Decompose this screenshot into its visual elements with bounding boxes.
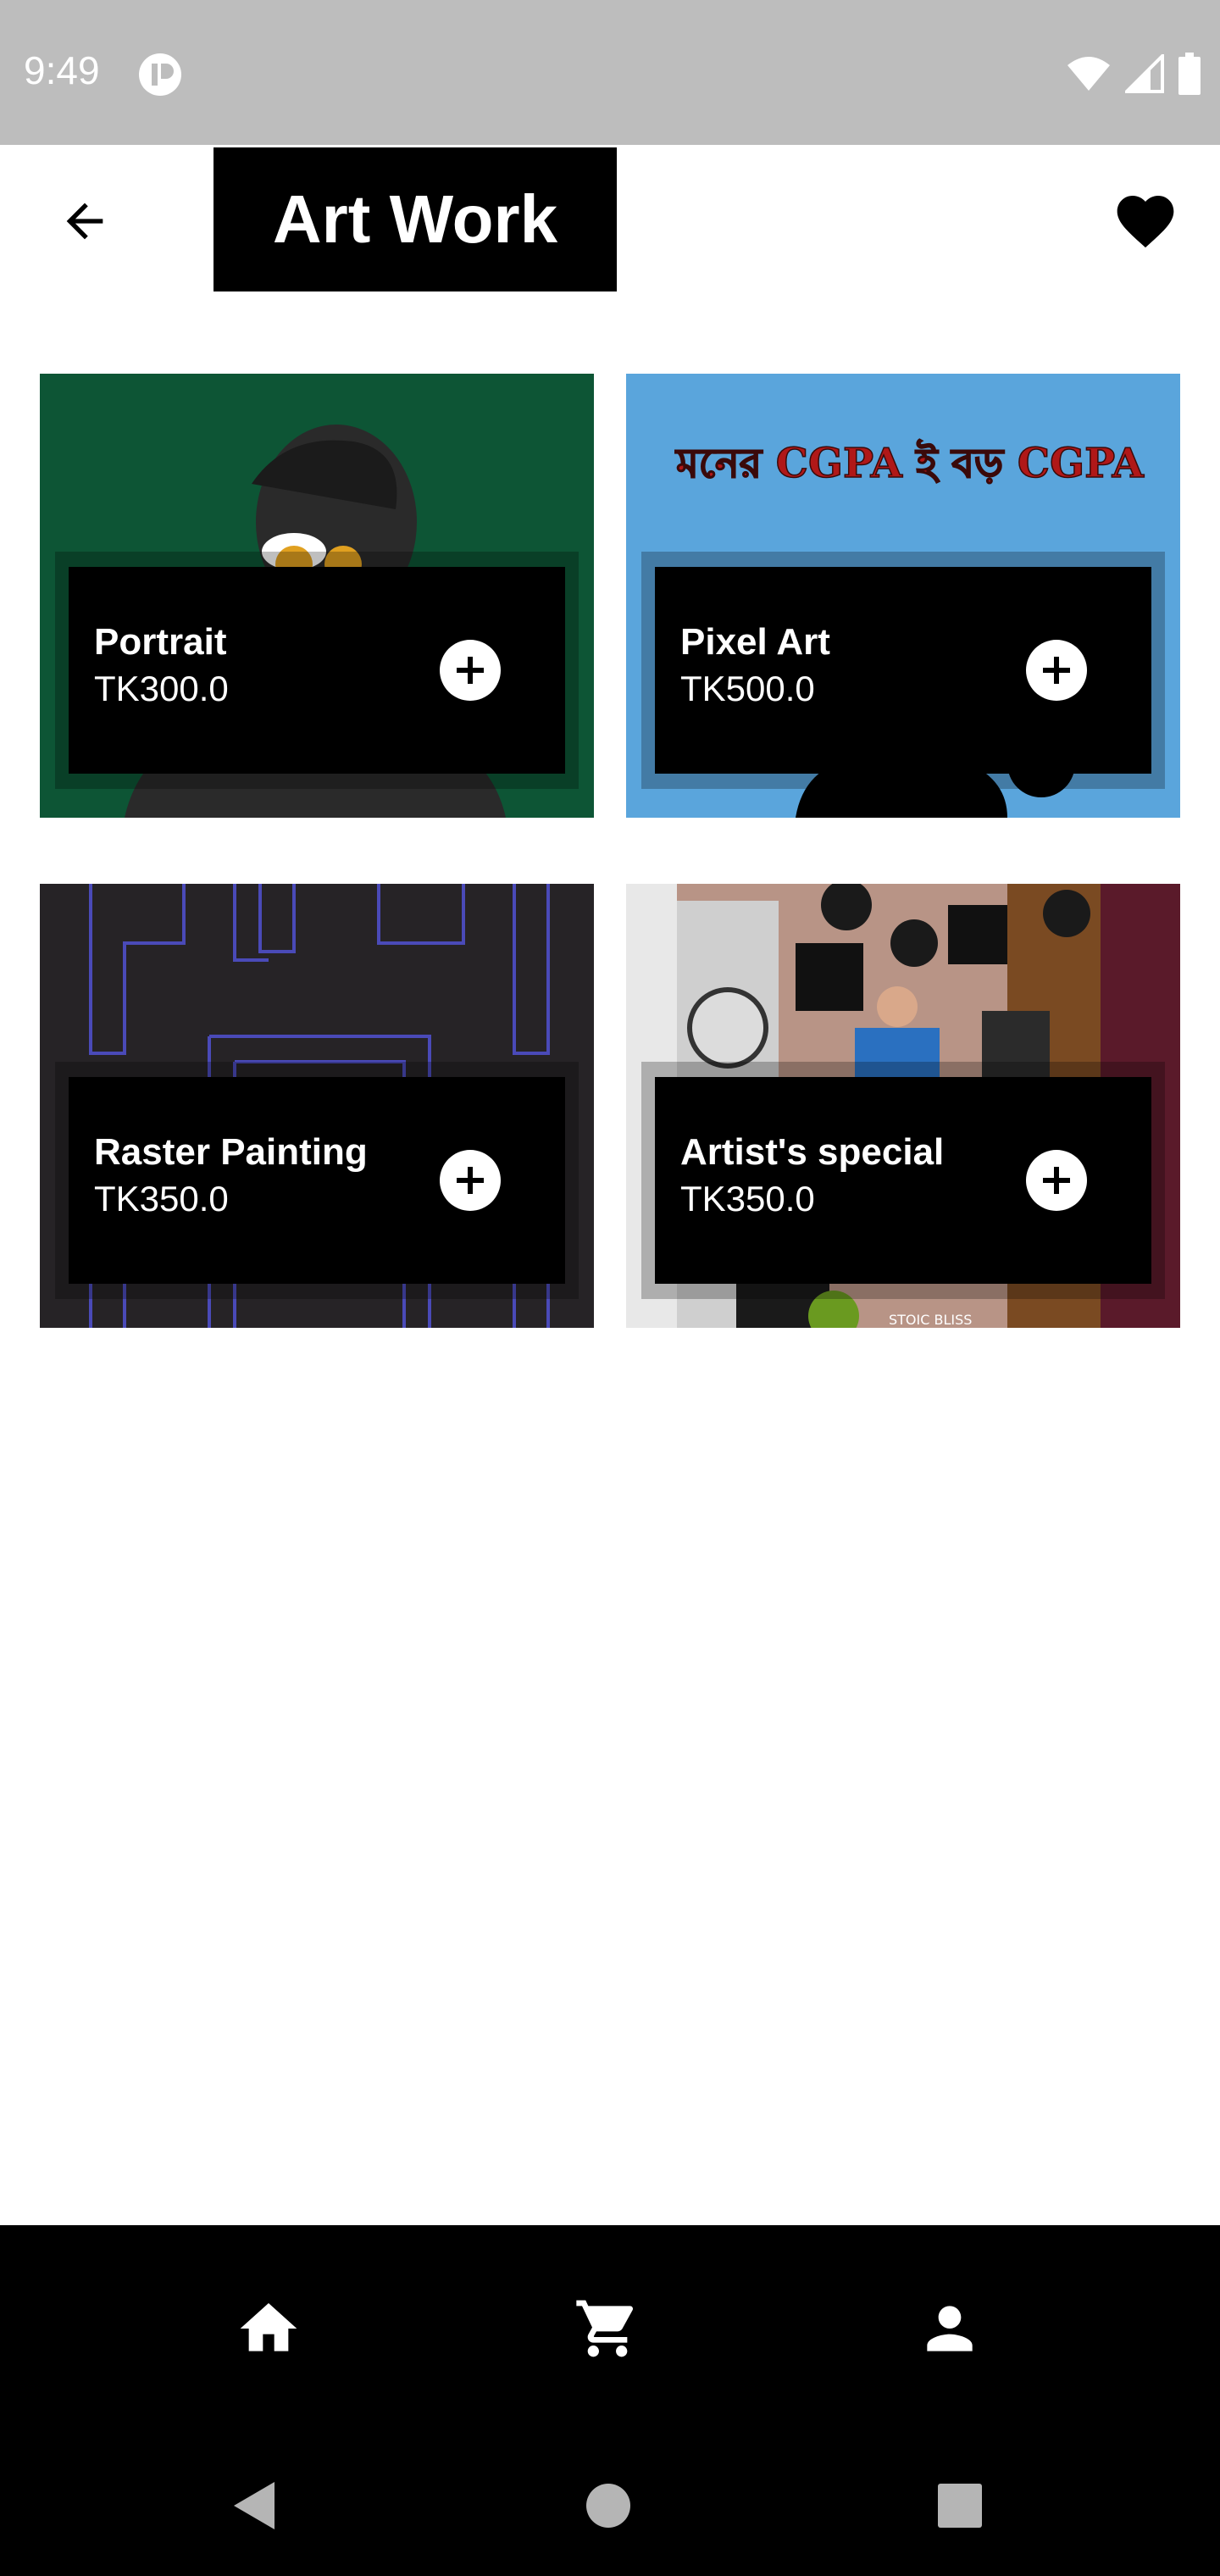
product-price: TK500.0: [680, 669, 815, 708]
product-name: Artist's special: [680, 1131, 945, 1173]
add-circle-icon: [1043, 657, 1070, 684]
product-price: TK350.0: [94, 1179, 229, 1219]
add-circle-icon: [1043, 1167, 1070, 1194]
product-card-artists-special[interactable]: STOIC BLISS Artist's special TK350.0: [626, 884, 1180, 1328]
cell-signal-icon: [1125, 54, 1164, 93]
heart-icon: [1117, 196, 1174, 248]
status-icons: [1066, 53, 1201, 95]
card-info-panel: Raster Painting TK350.0: [69, 1077, 565, 1284]
back-button[interactable]: [51, 187, 119, 255]
nav-back-icon: [234, 2482, 274, 2529]
product-card-portrait[interactable]: Portrait TK300.0: [40, 374, 594, 818]
cart-icon: [576, 2300, 634, 2357]
product-name: Portrait: [94, 621, 227, 663]
add-to-cart-button[interactable]: [440, 640, 501, 701]
status-bar: 9:49: [0, 0, 1220, 145]
system-recents-button[interactable]: [930, 2476, 990, 2535]
person-icon: [927, 2306, 973, 2351]
add-circle-icon: [457, 657, 484, 684]
card-info-panel: Pixel Art TK500.0: [655, 567, 1151, 774]
bottom-navigation: [0, 2225, 1220, 2432]
product-card-raster-painting[interactable]: Raster Painting TK350.0: [40, 884, 594, 1328]
favorites-button[interactable]: [1105, 180, 1186, 262]
page-title: Art Work: [272, 181, 558, 257]
nav-recents-icon: [938, 2484, 982, 2528]
add-circle-icon: [457, 1167, 484, 1194]
status-time: 9:49: [24, 48, 100, 92]
arrow-back-icon: [66, 203, 103, 240]
product-price: TK300.0: [94, 669, 229, 708]
product-card-pixel-art[interactable]: মনের CGPA ই বড় CGPA Pixel Art TK500.0: [626, 374, 1180, 818]
battery-icon: [1178, 53, 1201, 95]
nav-home-icon: [586, 2484, 630, 2528]
nav-profile[interactable]: [916, 2295, 984, 2362]
add-to-cart-button[interactable]: [1026, 1150, 1087, 1211]
home-icon: [240, 2303, 297, 2351]
add-to-cart-button[interactable]: [440, 1150, 501, 1211]
system-home-button[interactable]: [579, 2476, 638, 2535]
add-to-cart-button[interactable]: [1026, 640, 1087, 701]
notification-app-icon: [139, 53, 181, 96]
product-name: Raster Painting: [94, 1131, 368, 1173]
nav-home[interactable]: [235, 2295, 302, 2362]
app-bar: Art Work: [0, 145, 1220, 294]
system-navigation-bar: [0, 2432, 1220, 2576]
artwork-caption: STOIC BLISS: [889, 1312, 972, 1328]
wifi-icon: [1068, 57, 1110, 91]
card-info-panel: Artist's special TK350.0: [655, 1077, 1151, 1284]
product-price: TK350.0: [680, 1179, 815, 1219]
artwork-caption: মনের CGPA ই বড় CGPA: [674, 439, 1145, 487]
nav-cart[interactable]: [574, 2295, 641, 2362]
product-name: Pixel Art: [680, 621, 830, 663]
system-back-button[interactable]: [225, 2476, 284, 2535]
card-info-panel: Portrait TK300.0: [69, 567, 565, 774]
page-title-box: Art Work: [214, 147, 617, 291]
